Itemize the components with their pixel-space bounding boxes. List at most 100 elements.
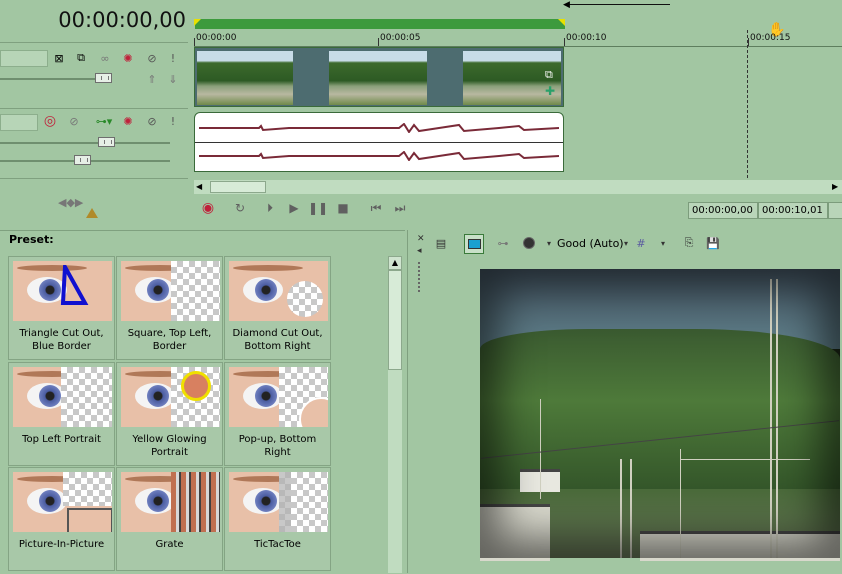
preset-tile[interactable]: Yellow Glowing Portrait (116, 362, 223, 466)
preset-tile[interactable]: Top Left Portrait (8, 362, 115, 466)
preset-heading: Preset: (9, 233, 54, 246)
split-screen-icon[interactable]: ⊶ (494, 234, 512, 252)
preset-label: TicTacToe (254, 539, 301, 550)
solo-icon[interactable]: ! (166, 51, 180, 65)
preset-thumbnail (229, 261, 328, 321)
bypass-icon[interactable]: ✺ (121, 51, 135, 65)
invert-phase-icon[interactable]: ⊘ (67, 114, 81, 128)
overlay-dropdown-arrow[interactable]: ▾ (654, 234, 672, 252)
audio-mute-icon[interactable]: ⊘ (145, 114, 159, 128)
preset-label: Grate (155, 539, 184, 550)
audio-waveform-right (199, 151, 559, 161)
preset-tile[interactable]: TicTacToe (224, 467, 331, 571)
preset-thumbnail (13, 261, 112, 321)
divider (0, 178, 188, 179)
preset-tile[interactable]: Picture-In-Picture (8, 467, 115, 571)
clip-thumbnail (197, 51, 293, 105)
preset-tile[interactable]: Square, Top Left, Border (116, 256, 223, 360)
preset-thumbnail (229, 472, 328, 532)
preset-tile[interactable]: Triangle Cut Out, Blue Border (8, 256, 115, 360)
scrub-arrows-icon[interactable]: ◀◆▶ (58, 196, 83, 209)
preset-label: Triangle Cut Out, Blue Border (19, 328, 104, 352)
mute-icon[interactable]: ⊘ (145, 51, 159, 65)
loop-end-marker[interactable] (558, 19, 565, 26)
video-level-thumb[interactable] (95, 73, 112, 83)
track-fx-icon[interactable]: ⊠ (52, 51, 66, 65)
ruler-tick (378, 38, 379, 46)
parent-down-icon[interactable]: ⇓ (166, 72, 180, 86)
current-time-display: 00:00:00,00 (688, 202, 758, 219)
scrub-marker-icon[interactable] (86, 208, 98, 218)
record-button[interactable]: ◉ (200, 200, 216, 216)
loop-start-marker[interactable] (194, 19, 201, 26)
preset-scroll-thumb[interactable] (388, 270, 402, 370)
preset-label: Yellow Glowing Portrait (132, 434, 207, 458)
next-button[interactable]: ⏭ (392, 200, 408, 216)
scroll-left-arrow[interactable]: ◀ (196, 182, 202, 191)
preset-label: Top Left Portrait (22, 434, 101, 445)
preset-tile[interactable]: Diamond Cut Out, Bottom Right (224, 256, 331, 360)
overlay-grid-icon[interactable]: # (632, 234, 650, 252)
audio-pan-thumb[interactable] (74, 155, 91, 165)
panel-grip[interactable] (418, 262, 423, 292)
preset-label: Pop-up, Bottom Right (238, 434, 317, 458)
copy-snapshot-icon[interactable]: ⎘ (680, 234, 698, 252)
preset-thumbnail (13, 472, 112, 532)
duration-display: 00:00:10,01 (758, 202, 828, 219)
audio-clip[interactable] (194, 112, 564, 172)
channel-display-icon[interactable] (520, 234, 538, 252)
ruler-tick (194, 38, 195, 46)
video-track-name-field[interactable] (0, 50, 48, 67)
preset-thumbnail (121, 472, 220, 532)
time-ruler[interactable]: 00:00:00 00:00:05 00:00:10 00:00:15 (194, 30, 842, 47)
event-fx-icon[interactable]: ✚ (545, 84, 555, 98)
record-arm-icon[interactable]: ◎ (43, 113, 57, 129)
save-snapshot-icon[interactable]: 💾 (704, 234, 722, 252)
preset-label: Diamond Cut Out, Bottom Right (232, 328, 323, 352)
audio-fx-icon[interactable]: ✺ (121, 114, 135, 128)
ruler-label: 00:00:05 (380, 33, 421, 43)
preset-tile[interactable]: Grate (116, 467, 223, 571)
loop-region-bar[interactable] (195, 19, 565, 29)
extra-time-display (828, 202, 842, 219)
audio-track-name-field[interactable] (0, 114, 38, 131)
preset-thumbnail (13, 367, 112, 427)
channel-dropdown-arrow[interactable]: ▾ (540, 234, 558, 252)
scroll-right-arrow[interactable]: ▶ (832, 182, 838, 191)
clip-thumbnail (329, 51, 427, 105)
preview-quality-select[interactable]: Good (Auto) (557, 237, 624, 250)
ruler-tick (564, 38, 565, 46)
preset-thumbnail (121, 367, 220, 427)
timeline-scroll-thumb[interactable] (210, 181, 266, 193)
audio-solo-icon[interactable]: ! (166, 114, 180, 128)
previous-button[interactable]: ⏮ (368, 200, 384, 216)
ruler-label: 00:00:10 (566, 33, 607, 43)
main-timecode: 00:00:00,00 (58, 8, 186, 32)
video-clip[interactable]: ⧉ ✚ (194, 47, 564, 107)
divider (0, 108, 188, 109)
loop-button[interactable]: ↻ (232, 200, 248, 216)
play-from-start-button[interactable]: ⏵ (262, 200, 278, 216)
scroll-up-arrow[interactable]: ▲ (388, 256, 402, 270)
preset-tile[interactable]: Pop-up, Bottom Right (224, 362, 331, 466)
audio-volume-thumb[interactable] (98, 137, 115, 147)
parent-up-icon[interactable]: ⇑ (145, 72, 159, 86)
play-button[interactable]: ▶ (286, 200, 302, 216)
track-motion-icon[interactable]: ⧉ (74, 51, 88, 65)
compositing-icon[interactable]: ∞ (98, 51, 112, 65)
triangle-cutout-shape (60, 265, 89, 305)
preview-properties-icon[interactable]: ▤ (432, 234, 450, 252)
pause-button[interactable]: ❚❚ (308, 200, 328, 216)
pin-icon[interactable]: ◂ (417, 246, 422, 256)
crop-icon[interactable]: ⧉ (545, 68, 553, 82)
ruler-label: 00:00:00 (196, 33, 237, 43)
audio-routing-icon[interactable]: ⊶▾ (92, 114, 116, 128)
channel-divider (195, 142, 563, 143)
stop-button[interactable]: ■ (335, 200, 351, 216)
timeline-scrollbar[interactable] (194, 180, 842, 194)
external-monitor-icon[interactable] (464, 234, 484, 254)
audio-volume-slider[interactable] (0, 142, 170, 144)
close-icon[interactable]: ✕ (417, 234, 425, 244)
preview-vignette (480, 269, 840, 558)
preset-thumbnail (229, 367, 328, 427)
